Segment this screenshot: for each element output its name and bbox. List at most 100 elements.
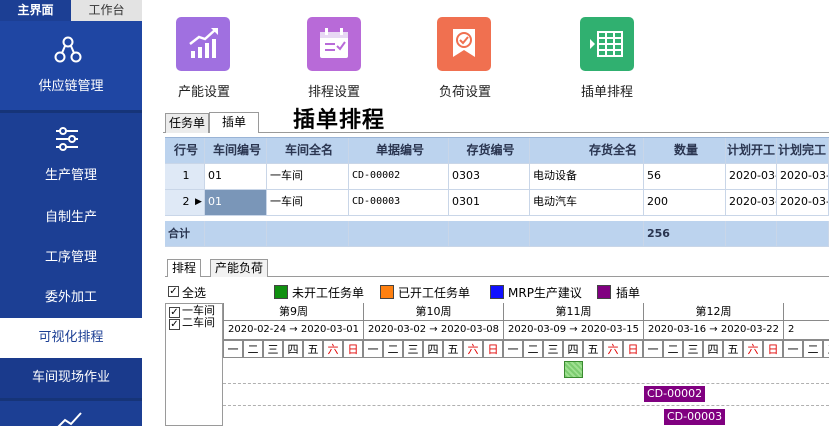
table-cell[interactable]: 01	[205, 164, 267, 190]
footer-qty: 256	[644, 221, 726, 247]
table-cell[interactable]: 2020-03-	[726, 190, 777, 216]
gantt-bar-unstarted[interactable]	[564, 361, 583, 378]
network-icon	[54, 36, 82, 63]
legend-swatch	[380, 285, 394, 299]
week-range: 2	[783, 321, 829, 340]
column-header[interactable]: 车间全名	[267, 138, 349, 164]
sidebar-item-label: 生产管理	[44, 168, 97, 183]
column-header[interactable]: 车间编号	[205, 138, 267, 164]
tab-insert-order[interactable]: 插单	[209, 112, 259, 133]
tab-main[interactable]: 主界面	[0, 0, 71, 21]
week-header	[783, 303, 829, 321]
badge-check-icon	[437, 17, 491, 71]
table-cell[interactable]: 200	[644, 190, 726, 216]
toolbar-label: 插单排程	[580, 85, 633, 100]
tab-task-order[interactable]: 任务单	[165, 113, 209, 133]
sidebar-item-production[interactable]: 生产管理	[0, 113, 142, 200]
sidebar-item-shop-floor[interactable]: 车间现场作业	[0, 358, 142, 398]
table-cell[interactable]: 2020-03-	[777, 164, 829, 190]
day-header: 日	[343, 340, 363, 358]
workshop-checkbox[interactable]: ✓	[169, 319, 180, 330]
legend-label: 已开工任务单	[398, 286, 471, 300]
table-cell[interactable]: 2020-03-	[777, 190, 829, 216]
column-header[interactable]: 行号	[165, 138, 205, 164]
table-cell[interactable]: 2020-03-	[726, 164, 777, 190]
week-header: 第11周	[503, 303, 644, 321]
row-pointer-icon: ▶	[195, 197, 202, 207]
sidebar-item-supply-chain[interactable]: 供应链管理	[0, 21, 142, 110]
day-header: 五	[303, 340, 323, 358]
gantt-chart: 第9周 第10周 第11周 第12周 2020-02-24 → 2020-03-…	[223, 303, 829, 426]
column-header[interactable]: 存货全名	[530, 138, 644, 164]
row-number: 1	[165, 164, 205, 190]
week-range: 2020-03-02 → 2020-03-08	[363, 321, 504, 340]
table-cell[interactable]: 电动设备	[530, 164, 644, 190]
day-header: 三	[403, 340, 423, 358]
workshop-list: ✓ 一车间 ✓ 二车间	[165, 303, 223, 426]
footer-label: 合计	[165, 221, 205, 247]
legend-label: 插单	[616, 286, 641, 300]
tab-schedule[interactable]: 排程	[167, 259, 202, 277]
table-cell[interactable]: 0303	[449, 164, 530, 190]
sidebar-item-self-production[interactable]: 自制生产	[0, 198, 142, 238]
table-cell[interactable]: CD-00002	[349, 164, 449, 190]
column-header[interactable]: 单据编号	[349, 138, 449, 164]
sliders-icon	[56, 127, 78, 151]
day-header: 五	[723, 340, 743, 358]
select-all-checkbox[interactable]: ✓	[168, 286, 179, 297]
column-header[interactable]: 计划完工	[777, 138, 829, 164]
day-header: 六	[323, 340, 343, 358]
day-header: 三	[683, 340, 703, 358]
day-header: 六	[463, 340, 483, 358]
sidebar-item-outsourcing[interactable]: 委外加工	[0, 278, 142, 318]
gantt-bar-cd-00003[interactable]: CD-00003	[664, 409, 725, 425]
day-header: 四	[703, 340, 723, 358]
week-range: 2020-03-09 → 2020-03-15	[503, 321, 644, 340]
legend-swatch	[274, 285, 288, 299]
gantt-bar-cd-00002[interactable]: CD-00002	[644, 386, 705, 402]
footer-cell	[777, 221, 829, 247]
divider	[163, 132, 829, 133]
day-header: 六	[603, 340, 623, 358]
workshop-label: 二车间	[182, 316, 215, 329]
day-header: 四	[423, 340, 443, 358]
tab-capacity-load[interactable]: 产能负荷	[210, 259, 269, 277]
column-header[interactable]: 数量	[644, 138, 726, 164]
chart-up-icon	[176, 17, 230, 71]
workshop-checkbox[interactable]: ✓	[169, 307, 180, 318]
toolbar-label: 排程设置	[307, 85, 360, 100]
day-header: 日	[763, 340, 783, 358]
table-cell[interactable]: CD-00003	[349, 190, 449, 216]
day-header: 二	[663, 340, 683, 358]
select-all-label: 全选	[182, 286, 207, 300]
table-cell[interactable]: 一车间	[267, 164, 349, 190]
week-header: 第9周	[223, 303, 364, 321]
column-header[interactable]: 计划开工	[726, 138, 777, 164]
sidebar-item-visual-scheduling[interactable]: 可视化排程	[0, 318, 142, 358]
day-header: 四	[563, 340, 583, 358]
footer-cell	[449, 221, 530, 247]
table-cell[interactable]: 一车间	[267, 190, 349, 216]
table-cell-editing[interactable]: 01	[205, 190, 267, 216]
sidebar-item-process[interactable]: 工序管理	[0, 238, 142, 278]
footer-cell	[726, 221, 777, 247]
calendar-icon	[307, 17, 361, 71]
order-grid: 行号 车间编号 车间全名 单据编号 存货编号 存货全名 数量 计划开工 计划完工…	[165, 137, 829, 252]
legend-swatch	[597, 285, 611, 299]
week-header: 第10周	[363, 303, 504, 321]
day-header: 日	[483, 340, 503, 358]
table-cell[interactable]: 56	[644, 164, 726, 190]
footer-cell	[349, 221, 449, 247]
legend-label: 未开工任务单	[292, 286, 365, 300]
table-cell[interactable]: 电动汽车	[530, 190, 644, 216]
toolbar-label: 产能设置	[177, 85, 230, 100]
day-header: 四	[283, 340, 303, 358]
week-range: 2020-03-16 → 2020-03-22	[643, 321, 784, 340]
table-cell[interactable]: 0301	[449, 190, 530, 216]
day-header: 二	[243, 340, 263, 358]
tab-workbench[interactable]: 工作台	[71, 0, 142, 21]
column-header[interactable]: 存货编号	[449, 138, 530, 164]
row-number-text: 2	[182, 195, 190, 208]
day-header: 一	[643, 340, 663, 358]
footer-cell	[267, 221, 349, 247]
